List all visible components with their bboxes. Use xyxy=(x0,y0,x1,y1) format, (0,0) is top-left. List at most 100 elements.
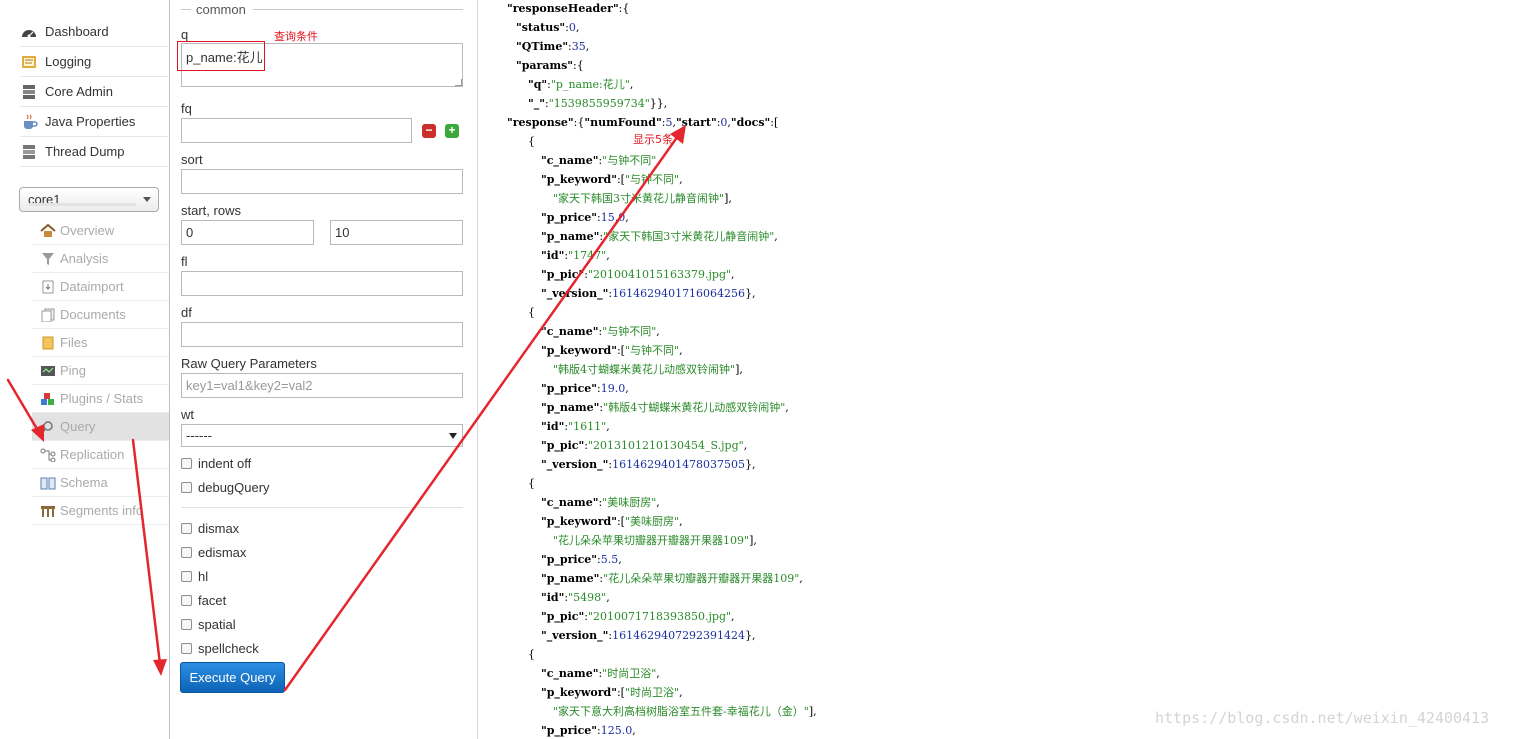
indent-off-checkbox[interactable]: indent off xyxy=(181,456,251,471)
json-punct: , xyxy=(625,382,629,395)
nav-item-logging[interactable]: Logging xyxy=(20,47,168,77)
hl-checkbox[interactable]: hl xyxy=(181,569,208,584)
json-string: "美味厨房" xyxy=(624,515,680,528)
nav-item-java-properties[interactable]: Java Properties xyxy=(20,107,168,137)
resize-grip-icon[interactable] xyxy=(455,79,462,86)
json-string: "花儿朵朵苹果切瓣器开瓣器开果器109" xyxy=(553,534,750,547)
checkbox-label: dismax xyxy=(198,521,240,536)
fieldset-line xyxy=(181,9,191,10)
response-line: "c_name":"时尚卫浴", xyxy=(541,667,660,681)
core-item-label: Analysis xyxy=(60,251,109,266)
dismax-checkbox[interactable]: dismax xyxy=(181,521,239,536)
q-input[interactable]: p_name:花儿 xyxy=(181,43,463,87)
core-admin-icon xyxy=(20,84,38,100)
core-item-label: Ping xyxy=(60,363,87,378)
edismax-checkbox[interactable]: edismax xyxy=(181,545,246,560)
json-key: "c_name" xyxy=(541,496,599,509)
json-punct: , xyxy=(606,420,610,433)
json-punct: , xyxy=(606,591,610,604)
response-line: "p_price":5.5, xyxy=(541,553,622,567)
json-punct: , xyxy=(656,325,660,338)
df-input[interactable] xyxy=(181,322,463,347)
core-item-dataimport[interactable]: Dataimport xyxy=(32,273,169,301)
core-item-plugins-stats[interactable]: Plugins / Stats xyxy=(32,385,169,413)
wt-label: wt xyxy=(181,407,194,422)
checkbox-box[interactable] xyxy=(181,643,192,654)
json-key: "p_price" xyxy=(541,553,598,566)
facet-checkbox[interactable]: facet xyxy=(181,593,226,608)
search-icon xyxy=(40,420,56,434)
json-number: 1614629401716064256 xyxy=(612,287,746,300)
ping-icon xyxy=(40,364,56,378)
json-number: 125.0 xyxy=(600,724,633,737)
json-punct: , xyxy=(785,401,789,414)
json-punct: { xyxy=(528,135,535,148)
core-item-label: Segments info xyxy=(60,503,144,518)
response-panel: "responseHeader":{"status":0, "QTime":35,… xyxy=(479,0,1536,739)
checkbox-box[interactable] xyxy=(181,595,192,606)
json-key: "id" xyxy=(541,420,565,433)
json-punct: , xyxy=(656,154,660,167)
core-item-query[interactable]: Query xyxy=(32,413,169,441)
json-number: 0 xyxy=(568,21,576,34)
response-line: "p_keyword":["美味厨房", xyxy=(541,515,683,529)
response-line: "id":"5498", xyxy=(541,591,610,605)
fl-label: fl xyxy=(181,254,188,269)
json-punct: , xyxy=(799,572,803,585)
dashboard-icon xyxy=(20,24,38,40)
checkbox-box[interactable] xyxy=(181,547,192,558)
wt-select[interactable]: ------ xyxy=(181,424,463,447)
remove-fq-button[interactable]: − xyxy=(422,124,436,138)
sort-input[interactable] xyxy=(181,169,463,194)
response-line: "花儿朵朵苹果切瓣器开瓣器开果器109"], xyxy=(553,534,757,548)
checkbox-box[interactable] xyxy=(181,523,192,534)
core-item-ping[interactable]: Ping xyxy=(32,357,169,385)
checkbox-label: indent off xyxy=(198,456,252,471)
checkbox-box[interactable] xyxy=(181,458,192,469)
response-line: "p_price":15.0, xyxy=(541,211,629,225)
checkbox-box[interactable] xyxy=(181,482,192,493)
fq-input[interactable] xyxy=(181,118,412,143)
json-string: "p_name:花儿" xyxy=(550,78,630,91)
json-punct: :[ xyxy=(770,116,779,129)
spellcheck-checkbox[interactable]: spellcheck xyxy=(181,641,259,656)
query-form: common q p_name:花儿 fq − + sort start, ro… xyxy=(171,0,478,739)
response-line: "responseHeader":{ xyxy=(507,2,629,16)
nav-item-dashboard[interactable]: Dashboard xyxy=(20,17,168,47)
core-selector[interactable]: core1 xyxy=(19,187,159,212)
json-key: "p_name" xyxy=(541,230,600,243)
json-string: "2010071718393850.jpg" xyxy=(587,610,732,623)
rows-input[interactable] xyxy=(330,220,463,245)
start-input[interactable] xyxy=(181,220,314,245)
core-item-files[interactable]: Files xyxy=(32,329,169,357)
spatial-checkbox[interactable]: spatial xyxy=(181,617,236,632)
checkbox-box[interactable] xyxy=(181,571,192,582)
json-string: "与钟不同" xyxy=(624,344,680,357)
json-key: "_version_" xyxy=(541,458,609,471)
response-line: "id":"1611", xyxy=(541,420,610,434)
add-fq-button[interactable]: + xyxy=(445,124,459,138)
core-item-replication[interactable]: Replication xyxy=(32,441,169,469)
core-item-documents[interactable]: Documents xyxy=(32,301,169,329)
core-item-schema[interactable]: Schema xyxy=(32,469,169,497)
core-item-segments-info[interactable]: Segments info xyxy=(32,497,169,525)
response-line: "QTime":35, xyxy=(516,40,589,54)
debug-query-checkbox[interactable]: debugQuery xyxy=(181,480,270,495)
fl-input[interactable] xyxy=(181,271,463,296)
json-number: 1614629407292391424 xyxy=(612,629,746,642)
json-punct: :{ xyxy=(618,2,630,15)
response-line: "p_price":125.0, xyxy=(541,724,636,738)
core-item-overview[interactable]: Overview xyxy=(32,217,169,245)
nav-item-core-admin[interactable]: Core Admin xyxy=(20,77,168,107)
checkbox-box[interactable] xyxy=(181,619,192,630)
core-item-analysis[interactable]: Analysis xyxy=(32,245,169,273)
json-punct: , xyxy=(656,496,660,509)
json-key: "p_keyword" xyxy=(541,686,617,699)
execute-query-button[interactable]: Execute Query xyxy=(180,662,285,693)
raw-params-input[interactable] xyxy=(181,373,463,398)
json-key: "p_price" xyxy=(541,211,598,224)
nav-item-thread-dump[interactable]: Thread Dump xyxy=(20,137,168,167)
json-key: "QTime" xyxy=(516,40,569,53)
json-punct: , xyxy=(585,40,590,53)
json-key: "p_name" xyxy=(541,401,600,414)
